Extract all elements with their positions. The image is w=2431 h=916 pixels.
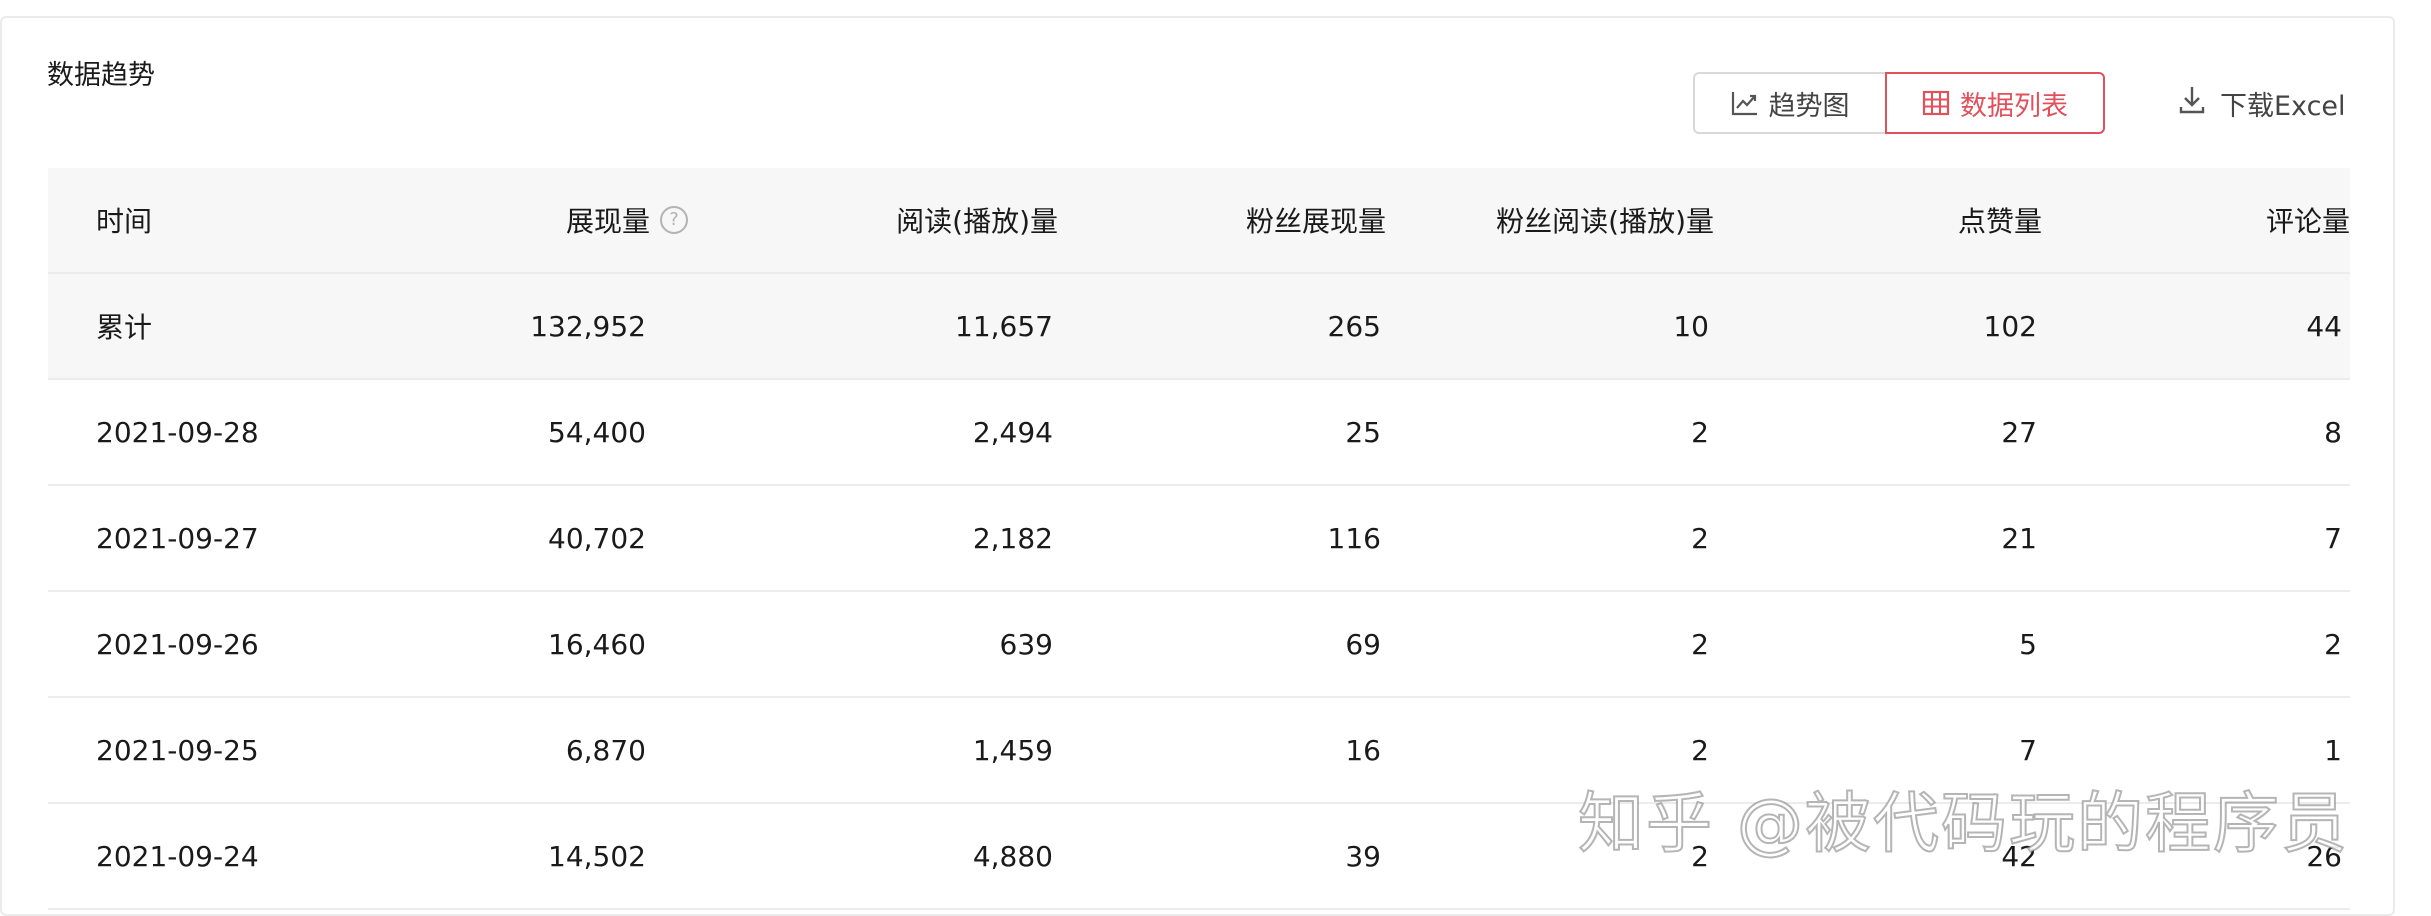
download-icon: [2178, 85, 2206, 122]
header-time: 时间: [96, 205, 153, 238]
data-list-label: 数据列表: [1960, 90, 2068, 122]
download-excel-label: 下载Excel: [2220, 90, 2346, 122]
header-impressions-label: 展现量: [565, 205, 650, 238]
section-title: 数据趋势: [47, 60, 155, 91]
table-cell: 2: [1691, 521, 1709, 555]
table-cell: 2021-09-27: [96, 521, 259, 555]
table-cell: 265: [1327, 309, 1381, 343]
table-cell: 16,460: [548, 627, 646, 661]
table-header-row: 时间 展现量 ? 阅读(播放)量 粉丝展现量 粉丝阅读(播放)量 点赞量 评论量: [48, 168, 2350, 274]
table-cell: 4,880: [972, 839, 1053, 873]
table-cell: 6,870: [565, 733, 646, 767]
header-reads: 阅读(播放)量: [896, 205, 1058, 238]
table-row: 2021-09-28 54,400 2,494 25 2 27 8: [48, 380, 2350, 486]
table-cell: 10: [1673, 309, 1709, 343]
data-list-button[interactable]: 数据列表: [1885, 72, 2105, 134]
table-icon: [1922, 90, 1950, 116]
table-row: 2021-09-24 14,502 4,880 39 2 42 26: [48, 804, 2350, 910]
table-cell: 5: [2019, 627, 2037, 661]
table-cell: 102: [1983, 309, 2037, 343]
table-cell: 2021-09-26: [96, 627, 259, 661]
table-cell: 39: [1345, 839, 1381, 873]
table-cell: 132,952: [530, 309, 646, 343]
table-cell: 7: [2324, 521, 2342, 555]
table-cell: 54,400: [548, 415, 646, 449]
table-row: 2021-09-25 6,870 1,459 16 2 7 1: [48, 698, 2350, 804]
header-likes: 点赞量: [1957, 205, 2042, 238]
table-cell: 14,502: [548, 839, 646, 873]
table-cell: 1,459: [972, 733, 1053, 767]
header-comments: 评论量: [2265, 205, 2350, 238]
table-cell: 2,494: [972, 415, 1053, 449]
table-cell: 26: [2306, 839, 2342, 873]
table-cell: 40,702: [548, 521, 646, 555]
table-cell: 44: [2306, 309, 2342, 343]
table-cell: 累计: [96, 311, 153, 344]
table-cell: 11,657: [955, 309, 1053, 343]
trend-chart-button[interactable]: 趋势图: [1693, 72, 1885, 134]
data-trend-card: 数据趋势 趋势图 数据列表 下载Excel 时间 展现量 ? 阅读(播放)量 粉…: [0, 16, 2395, 916]
table-cell: 2: [1691, 627, 1709, 661]
header-fan-impressions: 粉丝展现量: [1245, 205, 1386, 238]
table-row: 2021-09-27 40,702 2,182 116 2 21 7: [48, 486, 2350, 592]
table-row-total: 累计 132,952 11,657 265 10 102 44: [48, 274, 2350, 380]
data-table: 时间 展现量 ? 阅读(播放)量 粉丝展现量 粉丝阅读(播放)量 点赞量 评论量…: [48, 168, 2350, 910]
table-cell: 639: [999, 627, 1053, 661]
table-cell: 116: [1327, 521, 1381, 555]
table-cell: 42: [2001, 839, 2037, 873]
table-cell: 7: [2019, 733, 2037, 767]
table-cell: 2: [1691, 839, 1709, 873]
table-cell: 16: [1345, 733, 1381, 767]
table-cell: 21: [2001, 521, 2037, 555]
line-chart-icon: [1731, 90, 1759, 116]
trend-chart-label: 趋势图: [1768, 90, 1850, 122]
help-question-icon[interactable]: ?: [660, 206, 688, 234]
table-cell: 2021-09-28: [96, 415, 259, 449]
table-cell: 8: [2324, 415, 2342, 449]
table-cell: 1: [2324, 733, 2342, 767]
download-excel-button[interactable]: 下载Excel: [2178, 80, 2346, 126]
table-cell: 2021-09-24: [96, 839, 259, 873]
header-fan-reads: 粉丝阅读(播放)量: [1496, 205, 1714, 238]
table-cell: 2: [2324, 627, 2342, 661]
table-row: 2021-09-26 16,460 639 69 2 5 2: [48, 592, 2350, 698]
view-toggle: 趋势图 数据列表: [1693, 72, 2105, 134]
table-cell: 69: [1345, 627, 1381, 661]
table-cell: 2: [1691, 415, 1709, 449]
table-cell: 25: [1345, 415, 1381, 449]
header-impressions: 展现量 ?: [348, 200, 688, 240]
table-cell: 2,182: [972, 521, 1053, 555]
table-cell: 27: [2001, 415, 2037, 449]
table-cell: 2: [1691, 733, 1709, 767]
table-cell: 2021-09-25: [96, 733, 259, 767]
